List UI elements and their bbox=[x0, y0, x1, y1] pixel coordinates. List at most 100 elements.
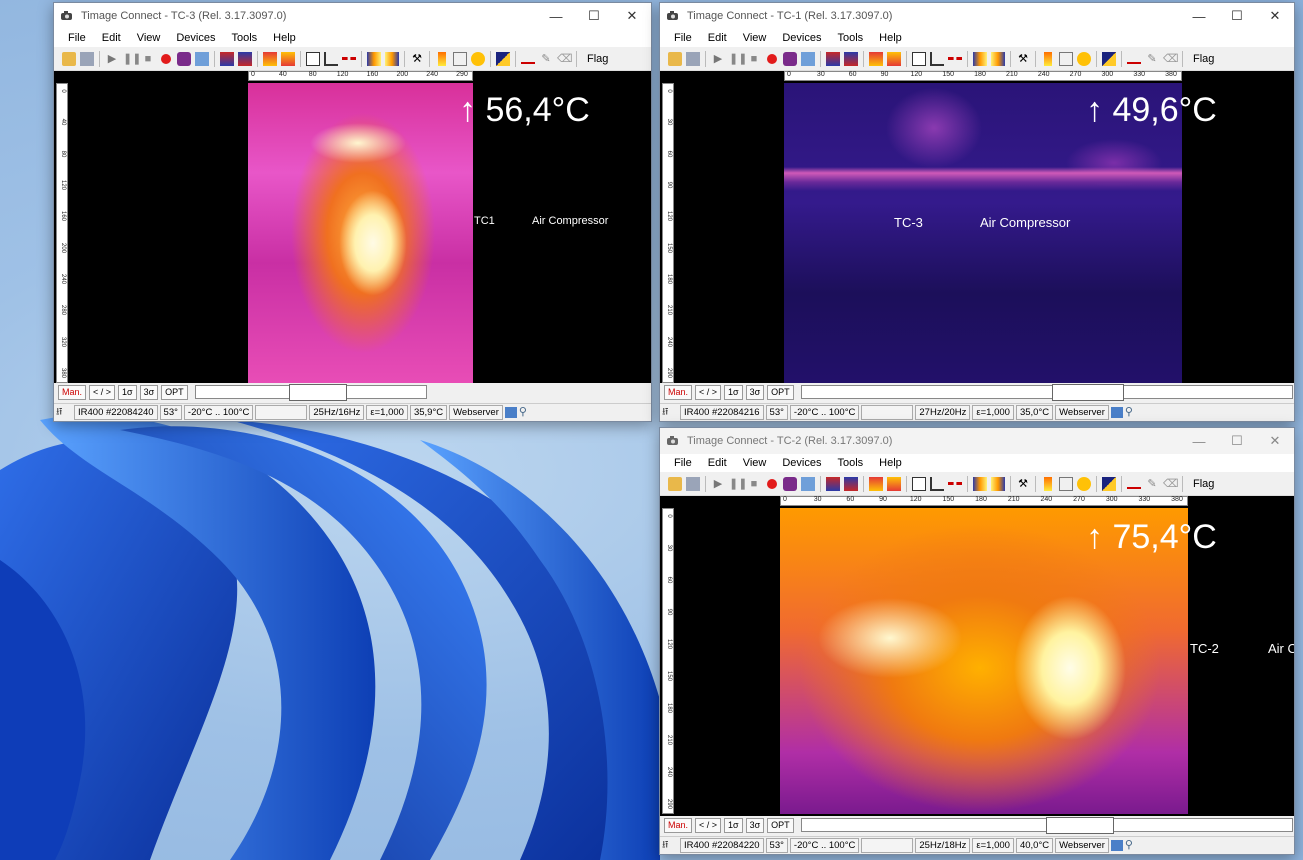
thermal-view[interactable]: 0 30 60 90 120 150 180 210 240 270 300 330 380 0 30 60… bbox=[660, 71, 1294, 383]
line-profile-icon[interactable] bbox=[948, 482, 962, 485]
flag-button[interactable]: Flag bbox=[584, 52, 611, 66]
webserver-status[interactable]: Webserver bbox=[1055, 838, 1109, 853]
sigma1-button[interactable]: 1σ bbox=[118, 384, 137, 400]
record-icon[interactable] bbox=[161, 53, 171, 64]
open-folder-icon[interactable] bbox=[62, 51, 76, 66]
webserver-status[interactable]: Webserver bbox=[449, 405, 503, 420]
pen-icon[interactable]: ✎ bbox=[539, 52, 553, 66]
stop-icon[interactable]: ■ bbox=[747, 477, 761, 491]
pause-icon[interactable]: ❚❚ bbox=[123, 52, 141, 66]
sigma1-button[interactable]: 1σ bbox=[724, 384, 743, 400]
webserver-status[interactable]: Webserver bbox=[1055, 405, 1109, 420]
menu-file[interactable]: File bbox=[60, 32, 94, 44]
open-folder-icon[interactable] bbox=[668, 476, 682, 491]
export-icon[interactable] bbox=[869, 476, 883, 491]
manual-button[interactable]: Man. bbox=[58, 384, 87, 400]
range-button[interactable]: < / > bbox=[89, 384, 116, 400]
menu-edit[interactable]: Edit bbox=[700, 457, 735, 469]
temperature-bar-icon[interactable] bbox=[1044, 476, 1052, 491]
opt-button[interactable]: OPT bbox=[767, 817, 794, 833]
tools-icon[interactable]: ⚒ bbox=[1016, 52, 1030, 66]
maximize-icon[interactable]: ☐ bbox=[1218, 428, 1256, 454]
grid-icon[interactable] bbox=[453, 51, 467, 66]
thermal-view[interactable]: 0 30 60 90 120 150 180 210 240 270 300 330 380 0 30 60… bbox=[660, 496, 1294, 816]
palette-alt-icon[interactable] bbox=[844, 476, 858, 491]
save-icon[interactable] bbox=[686, 476, 700, 491]
sigma3-button[interactable]: 3σ bbox=[139, 384, 159, 400]
sigma3-button[interactable]: 3σ bbox=[745, 384, 765, 400]
line-tool-icon[interactable] bbox=[1127, 54, 1141, 64]
manual-button[interactable]: Man. bbox=[664, 384, 693, 400]
palette-alt-icon[interactable] bbox=[238, 51, 252, 66]
snapshot-camera-icon[interactable] bbox=[177, 51, 191, 66]
copy-icon[interactable] bbox=[801, 476, 815, 491]
menu-view[interactable]: View bbox=[735, 32, 775, 44]
minimize-icon[interactable]: — bbox=[537, 3, 575, 29]
menu-devices[interactable]: Devices bbox=[774, 457, 829, 469]
eraser-icon[interactable]: ⌫ bbox=[1163, 52, 1179, 66]
pause-icon[interactable]: ❚❚ bbox=[729, 477, 747, 491]
menu-help[interactable]: Help bbox=[265, 32, 304, 44]
scale-auto-icon[interactable] bbox=[385, 51, 399, 66]
maximize-icon[interactable]: ☐ bbox=[1218, 3, 1256, 29]
measure-area-icon[interactable] bbox=[912, 476, 926, 491]
open-folder-icon[interactable] bbox=[668, 51, 682, 66]
layout-icon[interactable] bbox=[1102, 51, 1116, 66]
import-icon[interactable] bbox=[887, 51, 901, 66]
range-slider[interactable] bbox=[800, 817, 1293, 834]
palette-icon[interactable] bbox=[220, 51, 234, 66]
menu-tools[interactable]: Tools bbox=[829, 457, 871, 469]
minimize-icon[interactable]: — bbox=[1180, 3, 1218, 29]
sigma3-button[interactable]: 3σ bbox=[745, 817, 765, 833]
close-icon[interactable]: ✕ bbox=[613, 3, 651, 29]
pin-icon[interactable]: ⚲ bbox=[1125, 406, 1141, 419]
pen-icon[interactable]: ✎ bbox=[1145, 52, 1159, 66]
line-chart-icon[interactable] bbox=[930, 476, 944, 491]
save-icon[interactable] bbox=[80, 51, 94, 66]
grid-icon[interactable] bbox=[1059, 51, 1073, 66]
snapshot-camera-icon[interactable] bbox=[783, 476, 797, 491]
scale-icon[interactable] bbox=[367, 51, 381, 66]
eraser-icon[interactable]: ⌫ bbox=[557, 52, 573, 66]
menu-help[interactable]: Help bbox=[871, 32, 910, 44]
scale-auto-icon[interactable] bbox=[991, 51, 1005, 66]
line-tool-icon[interactable] bbox=[1127, 479, 1141, 489]
measure-area-icon[interactable] bbox=[912, 51, 926, 66]
measure-area-icon[interactable] bbox=[306, 51, 320, 66]
thermal-view[interactable]: 0 40 80 120 160 200 240 290 0 40 80 120 160 200 240 28… bbox=[54, 71, 651, 383]
radiation-icon[interactable] bbox=[1077, 476, 1091, 491]
manual-button[interactable]: Man. bbox=[664, 817, 693, 833]
menu-devices[interactable]: Devices bbox=[168, 32, 223, 44]
maximize-icon[interactable]: ☐ bbox=[575, 3, 613, 29]
stop-icon[interactable]: ■ bbox=[141, 52, 155, 66]
copy-icon[interactable] bbox=[801, 51, 815, 66]
flag-button[interactable]: Flag bbox=[1190, 52, 1217, 66]
title-bar[interactable]: Timage Connect - TC-1 (Rel. 3.17.3097.0)… bbox=[660, 3, 1294, 29]
opt-button[interactable]: OPT bbox=[767, 384, 794, 400]
grid-icon[interactable] bbox=[1059, 476, 1073, 491]
snapshot-camera-icon[interactable] bbox=[783, 51, 797, 66]
window-tc3[interactable]: Timage Connect - TC-3 (Rel. 3.17.3097.0)… bbox=[53, 2, 652, 422]
minimize-icon[interactable]: — bbox=[1180, 428, 1218, 454]
pause-icon[interactable]: ❚❚ bbox=[729, 52, 747, 66]
pin-icon[interactable]: ⚲ bbox=[519, 406, 535, 419]
opt-button[interactable]: OPT bbox=[161, 384, 188, 400]
sigma1-button[interactable]: 1σ bbox=[724, 817, 743, 833]
menu-tools[interactable]: Tools bbox=[223, 32, 265, 44]
range-button[interactable]: < / > bbox=[695, 384, 722, 400]
copy-icon[interactable] bbox=[195, 51, 209, 66]
slider-thumb[interactable] bbox=[1046, 817, 1115, 834]
slider-thumb[interactable] bbox=[1052, 384, 1125, 401]
save-icon[interactable] bbox=[686, 51, 700, 66]
scale-icon[interactable] bbox=[973, 51, 987, 66]
menu-devices[interactable]: Devices bbox=[774, 32, 829, 44]
temperature-bar-icon[interactable] bbox=[438, 51, 446, 66]
import-icon[interactable] bbox=[887, 476, 901, 491]
play-icon[interactable]: ▶ bbox=[105, 52, 119, 66]
stop-icon[interactable]: ■ bbox=[747, 52, 761, 66]
eraser-icon[interactable]: ⌫ bbox=[1163, 477, 1179, 491]
menu-tools[interactable]: Tools bbox=[829, 32, 871, 44]
range-slider[interactable] bbox=[194, 384, 427, 401]
tools-icon[interactable]: ⚒ bbox=[1016, 477, 1030, 491]
radiation-icon[interactable] bbox=[1077, 51, 1091, 66]
